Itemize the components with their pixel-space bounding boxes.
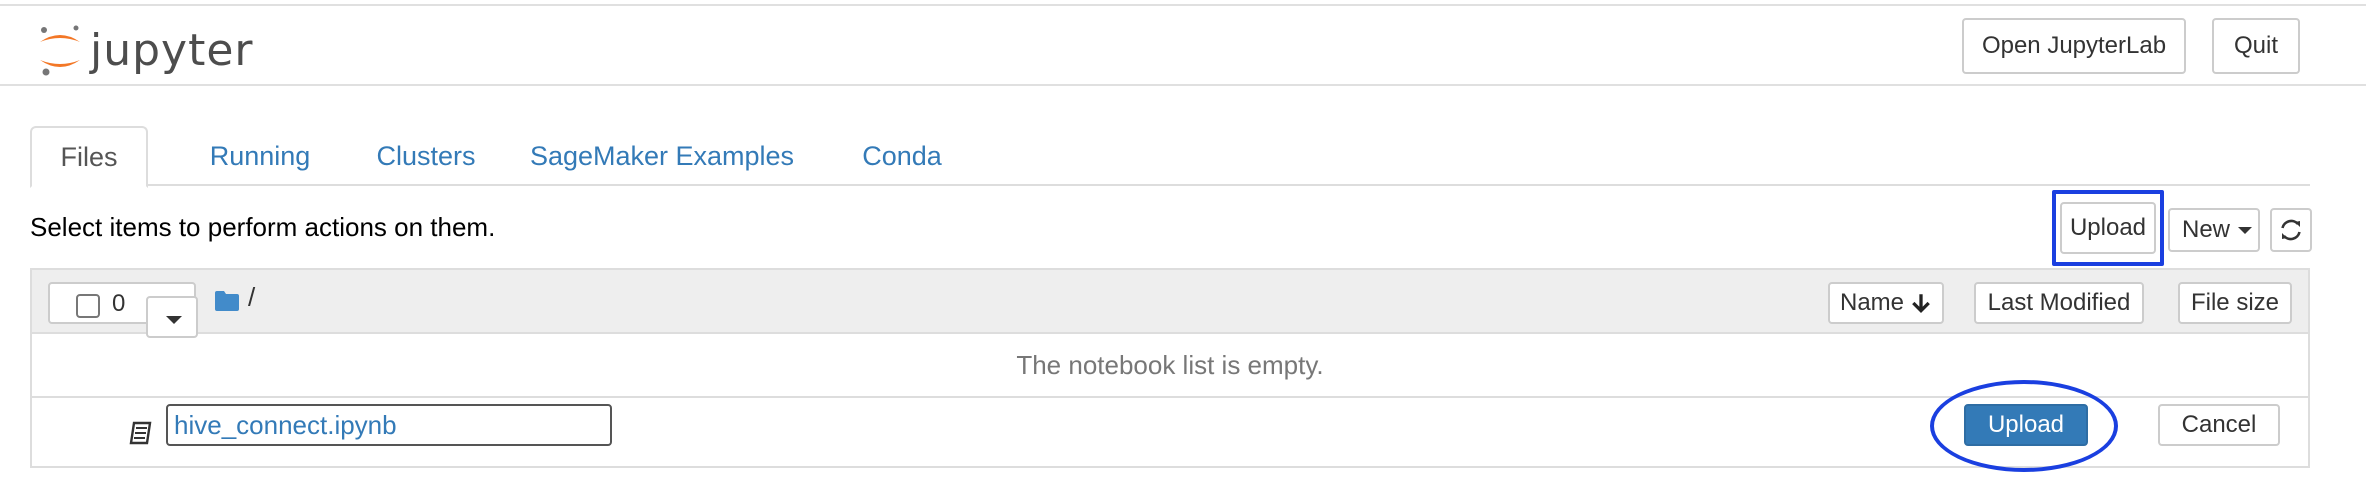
new-label: New bbox=[2182, 216, 2231, 243]
sort-by-last-modified-button[interactable]: Last Modified bbox=[1974, 282, 2144, 324]
open-jupyterlab-button[interactable]: Open JupyterLab bbox=[1962, 18, 2186, 74]
upload-filename-input[interactable] bbox=[166, 404, 612, 446]
tab-sagemaker-examples[interactable]: SageMaker Examples bbox=[502, 126, 822, 186]
notebook-list-header: 0 / Name Last Modified File size bbox=[30, 268, 2310, 338]
name-sort-label: Name bbox=[1840, 289, 1905, 316]
tab-bar: Files Running Clusters SageMaker Example… bbox=[30, 126, 2310, 188]
folder-icon[interactable] bbox=[214, 290, 240, 312]
upload-confirm-button[interactable]: Upload bbox=[1964, 404, 2088, 446]
logo-text: jupyter bbox=[90, 24, 254, 76]
refresh-icon bbox=[2281, 219, 2301, 241]
upload-button[interactable]: Upload bbox=[2060, 202, 2156, 254]
header: jupyter Open JupyterLab Quit bbox=[0, 6, 2366, 86]
sort-by-file-size-button[interactable]: File size bbox=[2178, 282, 2292, 324]
upload-cancel-button[interactable]: Cancel bbox=[2158, 404, 2280, 446]
arrow-down-icon bbox=[1912, 294, 1930, 314]
notebook-icon bbox=[129, 421, 152, 445]
sort-by-name-button[interactable]: Name bbox=[1828, 282, 1944, 324]
upload-file-row: Upload Cancel bbox=[30, 380, 2310, 472]
jupyter-logo[interactable]: jupyter bbox=[36, 20, 266, 80]
tab-files[interactable]: Files bbox=[30, 126, 148, 188]
chevron-down-icon bbox=[2238, 226, 2253, 234]
refresh-button[interactable] bbox=[2270, 208, 2312, 252]
tab-clusters[interactable]: Clusters bbox=[346, 126, 506, 186]
selection-instructions: Select items to perform actions on them. bbox=[30, 212, 496, 242]
empty-list-message: The notebook list is empty. bbox=[1016, 350, 1324, 380]
selected-count: 0 bbox=[112, 290, 126, 317]
tab-conda[interactable]: Conda bbox=[822, 126, 982, 186]
tab-running[interactable]: Running bbox=[180, 126, 340, 186]
caret-down-icon bbox=[166, 316, 182, 324]
breadcrumb-root[interactable]: / bbox=[248, 282, 255, 313]
select-all-group: 0 bbox=[48, 282, 198, 338]
select-all-checkbox[interactable] bbox=[76, 294, 100, 318]
new-dropdown-button[interactable]: New bbox=[2168, 208, 2260, 252]
quit-button[interactable]: Quit bbox=[2212, 18, 2300, 74]
selection-dropdown-button[interactable] bbox=[146, 296, 198, 338]
jupyter-logo-icon bbox=[40, 25, 80, 76]
